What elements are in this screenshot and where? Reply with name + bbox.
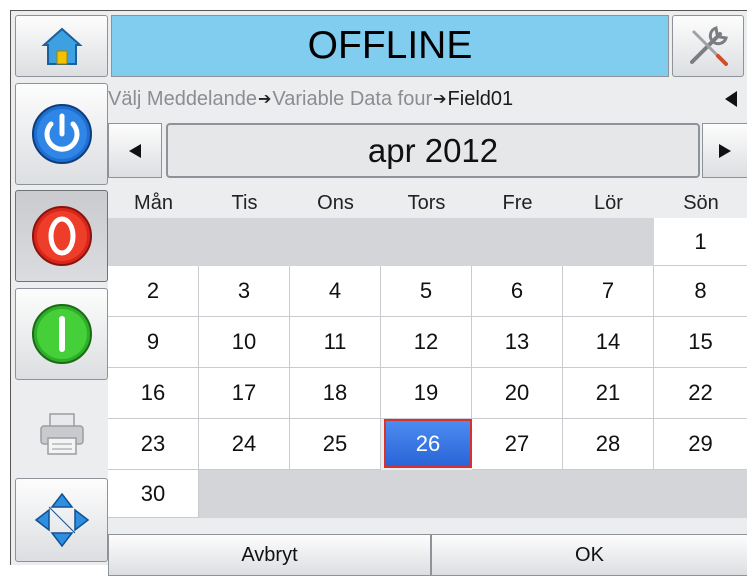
navigation-button[interactable] xyxy=(15,478,108,562)
calendar-day[interactable]: 12 xyxy=(381,317,472,368)
calendar-day[interactable]: 11 xyxy=(290,317,381,368)
next-month-button[interactable] xyxy=(702,123,747,178)
calendar-day[interactable]: 13 xyxy=(472,317,563,368)
breadcrumb-separator-icon: ➔ xyxy=(258,91,272,108)
month-label: apr 2012 xyxy=(166,123,700,178)
right-arrow-icon xyxy=(719,143,731,158)
calendar-day[interactable]: 16 xyxy=(108,368,199,419)
breadcrumb-separator-icon: ➔ xyxy=(433,91,447,108)
calendar-empty-cells xyxy=(108,218,654,266)
weekday-header: Lör xyxy=(594,191,623,214)
start-button[interactable] xyxy=(15,288,108,380)
calendar-day[interactable]: 18 xyxy=(290,368,381,419)
breadcrumb-item[interactable]: Variable Data four xyxy=(272,88,432,111)
left-arrow-icon xyxy=(129,143,141,158)
calendar-empty-cells xyxy=(199,470,747,518)
breadcrumb: Välj Meddelande ➔ Variable Data four ➔ F… xyxy=(108,83,747,115)
calendar-day[interactable]: 28 xyxy=(563,419,654,470)
calendar-day[interactable]: 19 xyxy=(381,368,472,419)
power-icon xyxy=(31,104,92,164)
calendar-day-selected[interactable]: 26 xyxy=(384,419,472,468)
calendar-day[interactable]: 10 xyxy=(199,317,290,368)
calendar-day[interactable]: 6 xyxy=(472,266,563,317)
power-button[interactable] xyxy=(15,83,108,185)
calendar-day[interactable]: 21 xyxy=(563,368,654,419)
navigation-arrows-icon xyxy=(34,492,89,548)
status-label: OFFLINE xyxy=(307,24,473,67)
calendar-day[interactable]: 15 xyxy=(654,317,747,368)
status-bar: OFFLINE xyxy=(111,15,669,77)
breadcrumb-item[interactable]: Välj Meddelande xyxy=(108,88,257,111)
calendar-day[interactable]: 9 xyxy=(108,317,199,368)
breadcrumb-back-icon[interactable] xyxy=(725,91,737,107)
calendar-day[interactable]: 25 xyxy=(290,419,381,470)
calendar-day[interactable]: 14 xyxy=(563,317,654,368)
calendar-day[interactable]: 22 xyxy=(654,368,747,419)
tools-icon xyxy=(690,26,728,66)
calendar-day[interactable]: 8 xyxy=(654,266,747,317)
home-button[interactable] xyxy=(15,15,108,77)
calendar-day[interactable]: 3 xyxy=(199,266,290,317)
printer-icon xyxy=(39,413,84,455)
breadcrumb-current: Field01 xyxy=(447,87,514,110)
calendar-day[interactable]: 27 xyxy=(472,419,563,470)
weekday-header: Mån xyxy=(134,191,173,214)
cancel-button[interactable]: Avbryt xyxy=(108,534,431,576)
print-button[interactable] xyxy=(15,388,108,480)
weekday-header: Fre xyxy=(502,191,533,214)
start-icon xyxy=(31,304,92,364)
calendar-day[interactable]: 29 xyxy=(654,419,747,470)
tools-button[interactable] xyxy=(672,15,744,77)
ok-button[interactable]: OK xyxy=(431,534,747,576)
calendar-day[interactable]: 20 xyxy=(472,368,563,419)
calendar-day[interactable]: 5 xyxy=(381,266,472,317)
calendar-day[interactable]: 17 xyxy=(199,368,290,419)
calendar-day[interactable]: 24 xyxy=(199,419,290,470)
weekday-header: Sön xyxy=(683,191,719,214)
app-window: OFFLINE Välj Meddelande ➔ Variable Data … xyxy=(10,10,747,576)
stop-button[interactable] xyxy=(15,190,108,282)
weekday-header: Ons xyxy=(317,191,354,214)
calendar-day[interactable]: 23 xyxy=(108,419,199,470)
weekday-header: Tis xyxy=(231,191,258,214)
weekday-header: Tors xyxy=(407,191,446,214)
stop-icon xyxy=(31,206,92,266)
calendar-day[interactable]: 1 xyxy=(654,218,747,266)
prev-month-button[interactable] xyxy=(108,123,162,178)
home-icon xyxy=(40,27,83,65)
calendar-day[interactable]: 2 xyxy=(108,266,199,317)
calendar-day[interactable]: 4 xyxy=(290,266,381,317)
calendar-day[interactable]: 30 xyxy=(108,470,199,518)
calendar-day[interactable]: 7 xyxy=(563,266,654,317)
